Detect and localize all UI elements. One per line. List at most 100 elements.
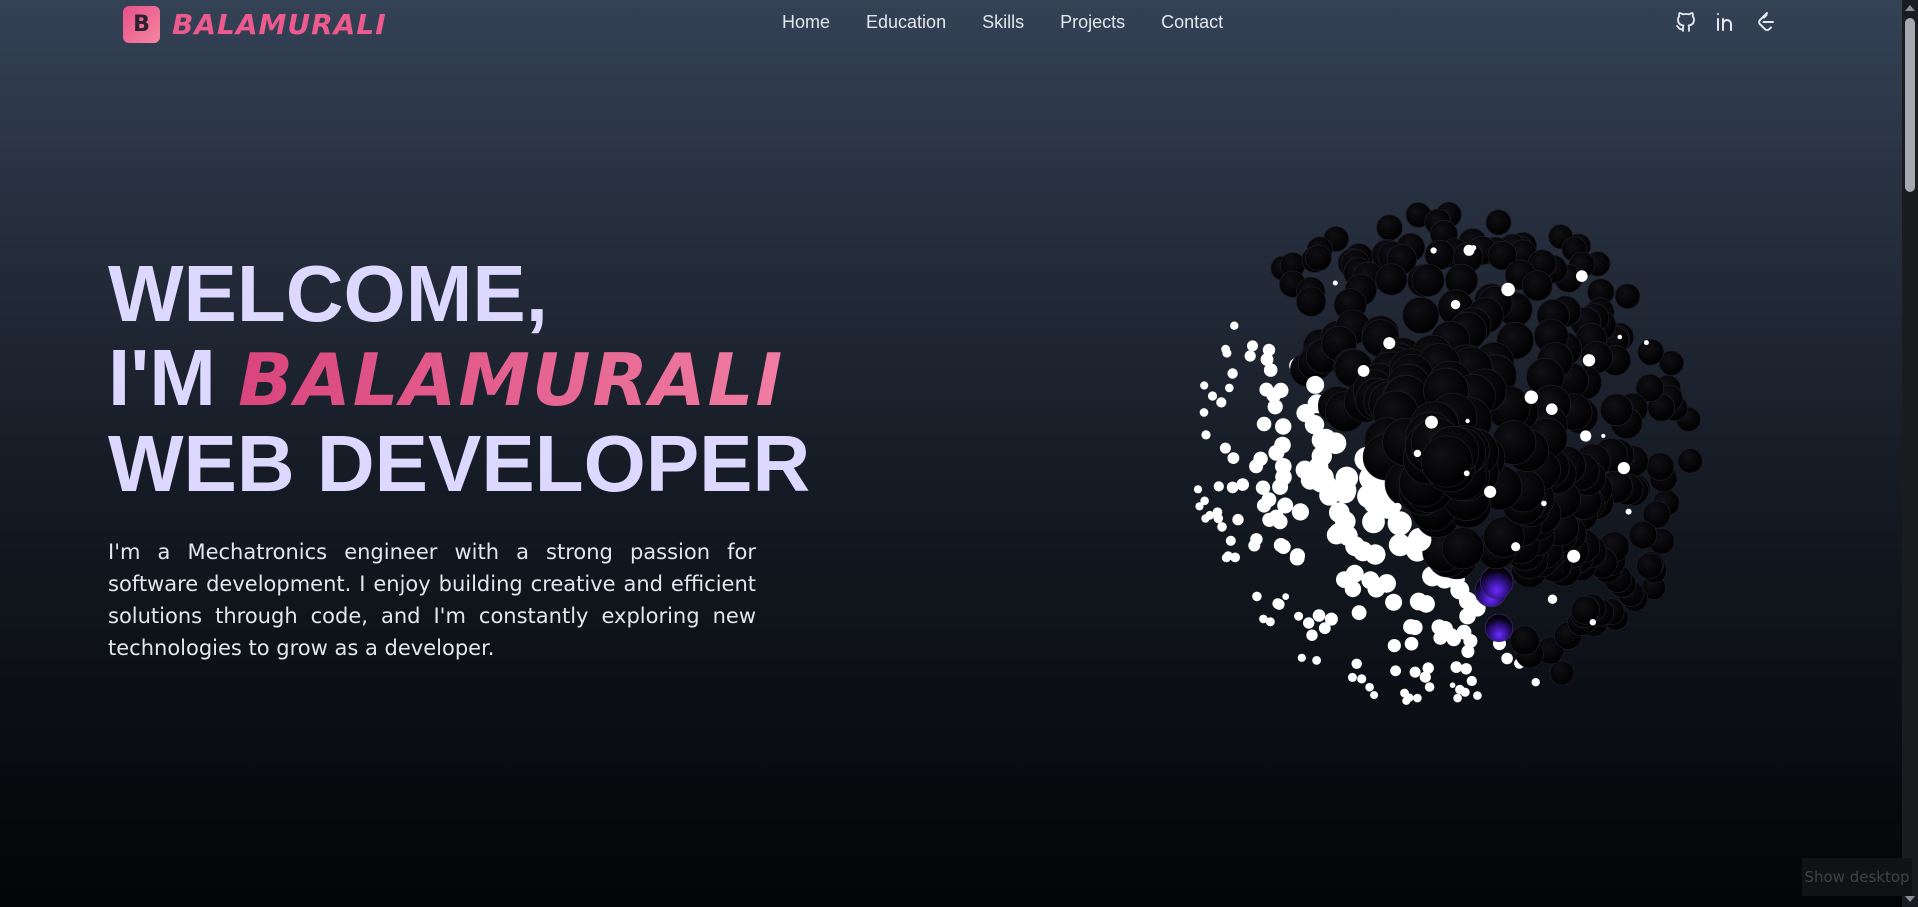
sphere-particle-white bbox=[1332, 280, 1338, 286]
nav-link-contact[interactable]: Contact bbox=[1161, 12, 1223, 33]
sphere-particle-white bbox=[1236, 478, 1249, 491]
sphere-particle-white bbox=[1267, 399, 1283, 415]
sphere-particle-white bbox=[1282, 593, 1290, 600]
sphere-particle-dark bbox=[1305, 244, 1332, 272]
nav-link-skills[interactable]: Skills bbox=[982, 12, 1024, 33]
sphere-particle-dark bbox=[1411, 263, 1445, 297]
sphere-particle-white bbox=[1276, 539, 1291, 554]
sphere-particle-white bbox=[1230, 321, 1239, 330]
sphere-particle-white bbox=[1365, 682, 1374, 692]
sphere-particle-white bbox=[1277, 497, 1294, 514]
navbar: B BALAMURALI Home Education Skills Proje… bbox=[0, 0, 1902, 46]
sphere-particle-white bbox=[1361, 571, 1380, 590]
sphere-particle-white bbox=[1312, 609, 1326, 622]
sphere-particle-white bbox=[1424, 682, 1435, 692]
sphere-particle-white bbox=[1247, 340, 1258, 352]
hero-description: I'm a Mechatronics engineer with a stron… bbox=[108, 540, 756, 660]
leetcode-icon[interactable] bbox=[1754, 10, 1778, 34]
sphere-particle-white bbox=[1217, 522, 1227, 532]
hero-name: BALAMURALI bbox=[238, 338, 785, 422]
sphere-particle-white bbox=[1200, 381, 1209, 390]
sphere-particle-white bbox=[1541, 500, 1547, 507]
sphere-particle-white bbox=[1413, 449, 1422, 458]
sphere-particle-white bbox=[1219, 442, 1231, 454]
sphere-particle-white bbox=[1324, 432, 1347, 454]
sphere-particle-white bbox=[1222, 348, 1232, 358]
sphere-particle-white bbox=[1455, 684, 1465, 695]
sphere-particle-white bbox=[1351, 605, 1367, 621]
linkedin-icon[interactable] bbox=[1714, 10, 1738, 34]
sphere-particle-dark bbox=[1375, 263, 1408, 296]
sphere-particle-white bbox=[1306, 375, 1325, 394]
sphere-particle-dark bbox=[1402, 296, 1440, 334]
hero-welcome: WELCOME, bbox=[108, 249, 548, 338]
hero-role: WEB DEVELOPER bbox=[108, 419, 811, 508]
sphere-particle-white bbox=[1291, 503, 1309, 521]
show-desktop-button[interactable]: Show desktop bbox=[1802, 858, 1912, 896]
sphere-particle-white bbox=[1582, 354, 1596, 367]
sphere-particle-white bbox=[1290, 548, 1305, 564]
logo-badge: B bbox=[123, 6, 160, 43]
sphere-particle-white bbox=[1274, 436, 1291, 454]
hero-im-prefix: I'M bbox=[108, 333, 239, 422]
scroll-down-arrow-icon[interactable] bbox=[1905, 896, 1915, 902]
hero-intro-line: I'M BALAMURALI bbox=[108, 333, 868, 423]
sphere-particle-white bbox=[1484, 485, 1497, 498]
sphere-particle-white bbox=[1473, 691, 1482, 700]
sphere-particle-white bbox=[1263, 363, 1278, 377]
social-links bbox=[1674, 10, 1778, 34]
sphere-particle-white bbox=[1409, 592, 1428, 611]
sphere-particle-dark bbox=[1485, 209, 1512, 236]
brand-logo-link[interactable]: B BALAMURALI bbox=[123, 6, 387, 43]
sphere-particle-dark bbox=[1296, 286, 1327, 317]
sphere-particle-white bbox=[1383, 337, 1396, 350]
sphere-particle-dark bbox=[1600, 393, 1633, 427]
page-scrollbar[interactable] bbox=[1902, 0, 1918, 907]
nav-links: Home Education Skills Projects Contact bbox=[782, 12, 1259, 33]
sphere-particle-dark bbox=[1570, 595, 1600, 625]
sphere-particle-white bbox=[1430, 247, 1437, 254]
sphere-particle-white bbox=[1303, 617, 1315, 629]
sphere-particle-white bbox=[1225, 535, 1236, 546]
sphere-particle-white bbox=[1232, 513, 1244, 526]
scroll-up-arrow-icon[interactable] bbox=[1905, 5, 1915, 11]
sphere-particle-white bbox=[1227, 452, 1240, 464]
scrollbar-thumb[interactable] bbox=[1905, 18, 1915, 192]
sphere-particle-white bbox=[1580, 430, 1592, 442]
github-icon[interactable] bbox=[1674, 10, 1698, 34]
sphere-particle-white bbox=[1460, 663, 1472, 675]
sphere-particle-white bbox=[1643, 340, 1649, 346]
sphere-particle-white bbox=[1546, 403, 1558, 415]
sphere-particle-white bbox=[1456, 624, 1472, 640]
sphere-particle-white bbox=[1393, 502, 1402, 511]
sphere-particle-white bbox=[1501, 282, 1515, 297]
nav-link-home[interactable]: Home bbox=[782, 12, 830, 33]
sphere-particle-white bbox=[1365, 544, 1386, 565]
particle-sphere-graphic bbox=[1168, 180, 1728, 740]
hero-section: WELCOME, I'M BALAMURALI WEB DEVELOPER I'… bbox=[108, 252, 868, 685]
sphere-particle-white bbox=[1272, 514, 1288, 530]
sphere-particle-white bbox=[1250, 533, 1263, 546]
sphere-particle-white bbox=[1511, 542, 1521, 552]
sphere-particle-white bbox=[1465, 418, 1470, 424]
sphere-particle-dark bbox=[1376, 214, 1403, 242]
sphere-particle-white bbox=[1410, 556, 1415, 561]
sphere-particle-white bbox=[1463, 470, 1470, 477]
nav-link-education[interactable]: Education bbox=[866, 12, 946, 33]
sphere-particle-white bbox=[1390, 665, 1401, 677]
sphere-particle-white bbox=[1617, 462, 1630, 475]
sphere-particle-white bbox=[1466, 675, 1477, 687]
sphere-particle-white bbox=[1347, 672, 1357, 682]
sphere-particle-white bbox=[1470, 245, 1477, 251]
sphere-particle-white bbox=[1370, 691, 1379, 700]
sphere-particle-white bbox=[1212, 507, 1223, 517]
sphere-particle-dark bbox=[1521, 270, 1553, 302]
sphere-particle-white bbox=[1227, 368, 1238, 379]
sphere-particle-white bbox=[1433, 630, 1448, 645]
sphere-particle-white bbox=[1200, 496, 1209, 506]
nav-link-projects[interactable]: Projects bbox=[1060, 12, 1125, 33]
sphere-particle-white bbox=[1531, 678, 1540, 687]
sphere-particle-white bbox=[1450, 661, 1463, 673]
sphere-particle-white bbox=[1385, 593, 1403, 611]
sphere-particle-white bbox=[1576, 270, 1588, 282]
